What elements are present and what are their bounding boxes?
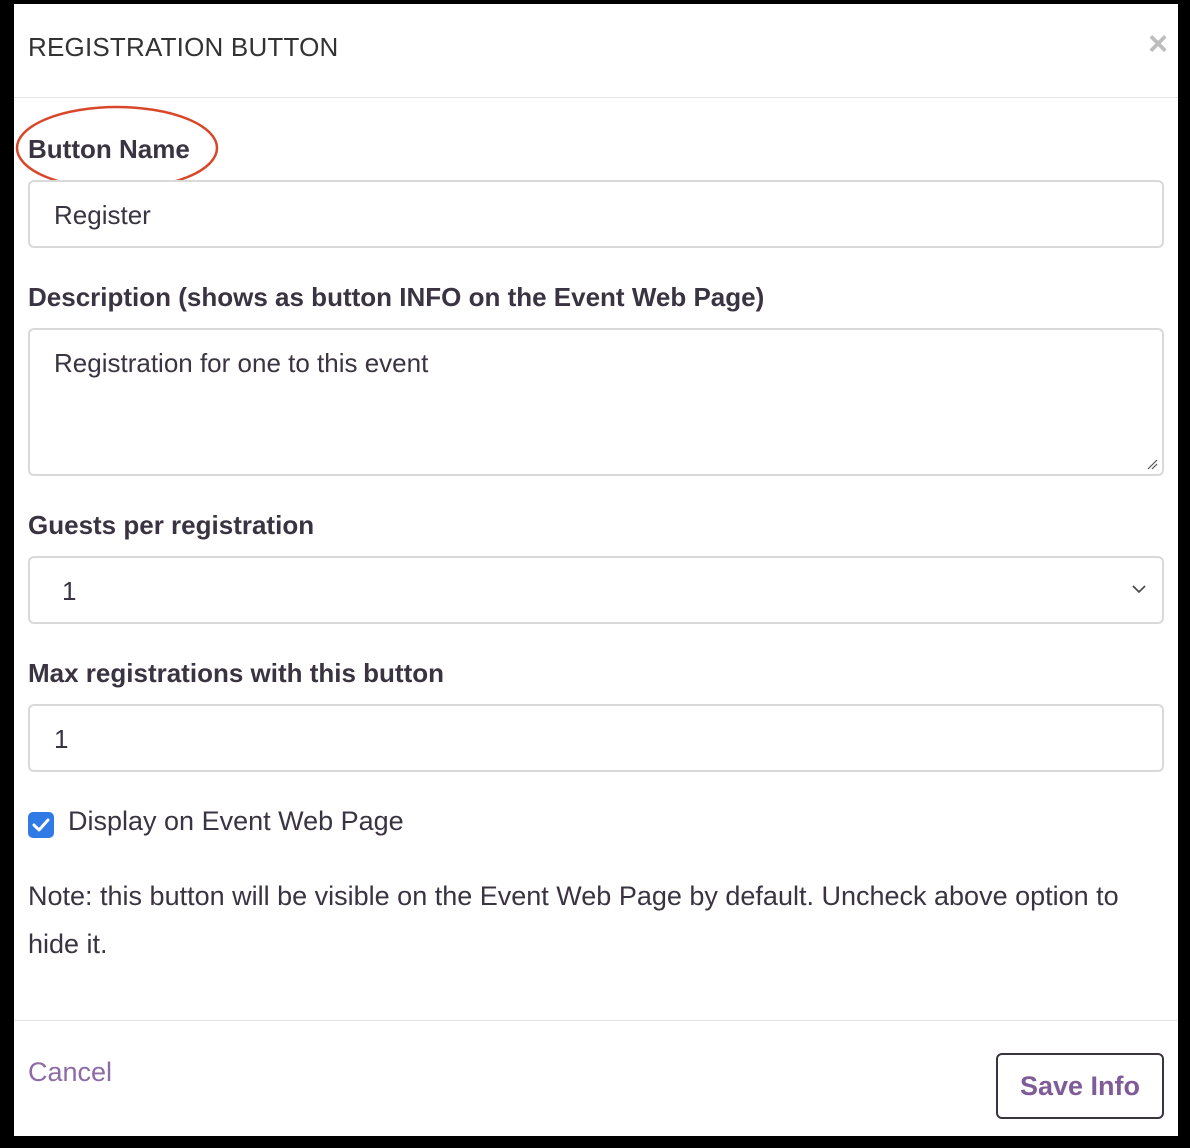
- modal-title: REGISTRATION BUTTON: [28, 32, 339, 62]
- button-name-input[interactable]: Register: [28, 180, 1164, 248]
- description-label: Description (shows as button INFO on the…: [28, 282, 765, 312]
- save-info-button[interactable]: Save Info: [996, 1053, 1164, 1119]
- description-textarea[interactable]: Registration for one to this event: [28, 328, 1164, 476]
- guests-selected-value: 1: [62, 576, 77, 606]
- button-name-value: Register: [54, 200, 151, 230]
- modal-header: REGISTRATION BUTTON ×: [14, 4, 1178, 98]
- chevron-down-icon: [1132, 585, 1146, 594]
- checkmark-icon: [32, 818, 50, 832]
- display-on-event-page-label[interactable]: Display on Event Web Page: [68, 806, 404, 837]
- guests-per-registration-select[interactable]: 1: [28, 556, 1164, 624]
- resize-grip-icon[interactable]: [1146, 458, 1158, 470]
- modal-footer: Cancel Save Info: [14, 1020, 1178, 1136]
- max-registrations-value: 1: [54, 724, 69, 754]
- max-registrations-input[interactable]: 1: [28, 704, 1164, 772]
- close-icon[interactable]: ×: [1142, 26, 1174, 62]
- visibility-note: Note: this button will be visible on the…: [28, 881, 1119, 959]
- description-value: Registration for one to this event: [54, 348, 429, 378]
- guests-per-registration-label: Guests per registration: [28, 510, 315, 540]
- cancel-button[interactable]: Cancel: [28, 1057, 112, 1088]
- max-registrations-label: Max registrations with this button: [28, 658, 445, 688]
- display-on-event-page-checkbox[interactable]: [28, 812, 54, 838]
- registration-button-modal: REGISTRATION BUTTON × Button Name Regist…: [14, 4, 1178, 1136]
- button-name-label: Button Name: [28, 134, 190, 164]
